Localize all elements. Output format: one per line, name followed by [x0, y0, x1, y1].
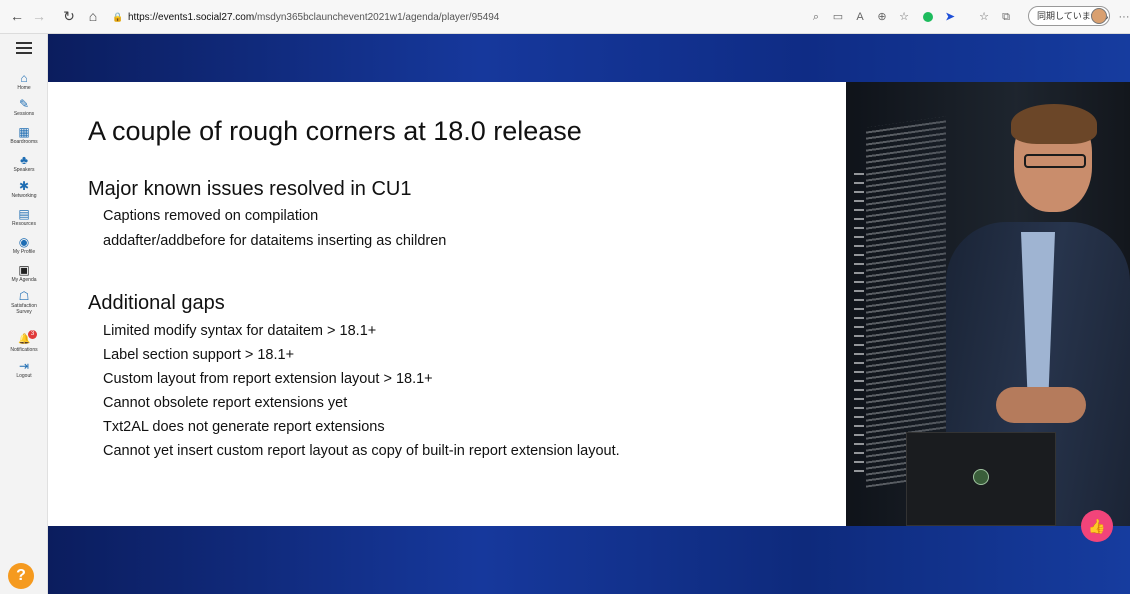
survey-icon: ☖ [18, 289, 30, 303]
speakers-icon: ♣ [20, 153, 28, 167]
address-bar[interactable]: 🔒 https://events1.social27.com/msdyn365bc… [112, 7, 792, 27]
networking-icon: ✱ [18, 179, 30, 193]
sidebar-item-label: Home [17, 85, 31, 91]
reader-icon[interactable]: ▭ [830, 7, 846, 27]
sidebar-item-home[interactable]: ⌂ Home [0, 72, 48, 91]
home-icon: ⌂ [20, 71, 28, 85]
speaker-video [846, 82, 1130, 526]
slide-bullet: Cannot obsolete report extensions yet [103, 395, 348, 411]
sidebar-item-satisfaction-survey[interactable]: ☖ Satisfaction Survey [0, 290, 48, 315]
like-button[interactable]: 👍 [1081, 510, 1113, 542]
sidebar-item-resources[interactable]: ▤ Resources [0, 208, 48, 227]
thumbs-up-icon: 👍 [1088, 518, 1106, 534]
sidebar-item-label: My Agenda [11, 277, 37, 283]
sidebar-item-label: Sessions [13, 111, 35, 117]
speaker-glasses [1024, 154, 1086, 168]
slide-bullet: Label section support > 18.1+ [103, 347, 295, 363]
more-menu-icon[interactable]: ··· [1116, 7, 1130, 27]
notification-count-badge: 3 [28, 330, 37, 339]
hamburger-menu-icon[interactable] [16, 42, 32, 54]
sidebar-item-logout[interactable]: ⇥ Logout [0, 360, 48, 379]
slide-bullet: Custom layout from report extension layo… [103, 371, 433, 387]
laptop [906, 432, 1056, 526]
video-top-band [48, 34, 1130, 82]
sidebar-item-my-agenda[interactable]: ▣ My Agenda [0, 264, 48, 283]
favorite-add-icon[interactable]: ☆ [896, 7, 912, 27]
url-path: /msdyn365bclaunchevent2021w1/agenda/play… [254, 12, 500, 23]
sidebar-item-label: Notifications [10, 347, 38, 353]
sidebar-item-notifications[interactable]: 🔔 3 Notifications [0, 330, 48, 353]
logout-icon: ⇥ [18, 359, 30, 373]
sidebar-item-my-profile[interactable]: ◉ My Profile [0, 236, 48, 255]
sidebar-item-boardrooms[interactable]: ▦ Boardrooms [0, 126, 48, 145]
help-button[interactable]: ? [8, 563, 34, 589]
speaker-hands [996, 387, 1086, 423]
profile-button[interactable]: 同期していません [1028, 6, 1110, 26]
home-icon[interactable]: ⌂ [84, 7, 102, 25]
presentation-slide: A couple of rough corners at 18.0 releas… [48, 82, 846, 526]
sidebar-item-speakers[interactable]: ♣ Speakers [0, 154, 48, 173]
slide-bullet: addafter/addbefore for dataitems inserti… [103, 233, 447, 249]
boardroom-icon: ▦ [18, 125, 30, 139]
sidebar: ⌂ Home ✎ Sessions ▦ Boardrooms ♣ Speaker… [0, 34, 48, 594]
lock-icon: 🔒 [112, 12, 124, 22]
forward-icon[interactable]: → [30, 7, 48, 25]
back-icon[interactable]: ← [8, 7, 26, 25]
sidebar-item-label: Speakers [13, 167, 35, 173]
pencil-icon: ✎ [18, 97, 30, 111]
extension-green-icon[interactable] [920, 7, 936, 27]
slide-bullet: Captions removed on compilation [103, 208, 319, 224]
slide-bullet: Cannot yet insert custom report layout a… [103, 443, 620, 459]
refresh-icon[interactable]: ↻ [60, 7, 78, 25]
zoom-icon[interactable]: ⊕ [874, 7, 890, 27]
slide-section2-heading: Additional gaps [88, 292, 225, 314]
avatar [1091, 8, 1107, 24]
calendar-icon: ▣ [18, 263, 30, 277]
video-player[interactable]: A couple of rough corners at 18.0 releas… [48, 34, 1130, 594]
sidebar-item-label: Resources [12, 221, 36, 227]
collections-icon[interactable]: ⧉ [998, 7, 1014, 27]
sidebar-item-label: My Profile [12, 249, 36, 255]
sidebar-item-label: Boardrooms [10, 139, 38, 145]
slide-section1-heading: Major known issues resolved in CU1 [88, 178, 412, 200]
slide-bullet: Limited modify syntax for dataitem > 18.… [103, 323, 377, 339]
sidebar-item-networking[interactable]: ✱ Networking [0, 180, 48, 199]
browser-toolbar: ← → ↻ ⌂ 🔒 https://events1.social27.com/ms… [0, 0, 1130, 34]
extension-arrow-icon[interactable]: ➤ [942, 7, 958, 27]
search-icon[interactable]: ⌕ [808, 7, 824, 27]
favorites-icon[interactable]: ☆ [976, 7, 992, 27]
sidebar-item-sessions[interactable]: ✎ Sessions [0, 98, 48, 117]
resources-icon: ▤ [18, 207, 30, 221]
url-host: https://events1.social27.com [128, 12, 255, 23]
video-bottom-band [48, 526, 1130, 594]
sidebar-item-label: Networking [11, 193, 37, 199]
read-aloud-icon[interactable]: A [852, 7, 868, 27]
slide-bullet: Txt2AL does not generate report extensio… [103, 419, 385, 435]
profile-icon: ◉ [18, 235, 30, 249]
sidebar-item-label: Logout [16, 373, 32, 379]
laptop-logo-icon [973, 469, 989, 485]
speaker-hair [1011, 104, 1097, 144]
sidebar-item-label: Satisfaction Survey [11, 303, 37, 315]
slide-title: A couple of rough corners at 18.0 releas… [88, 116, 582, 146]
